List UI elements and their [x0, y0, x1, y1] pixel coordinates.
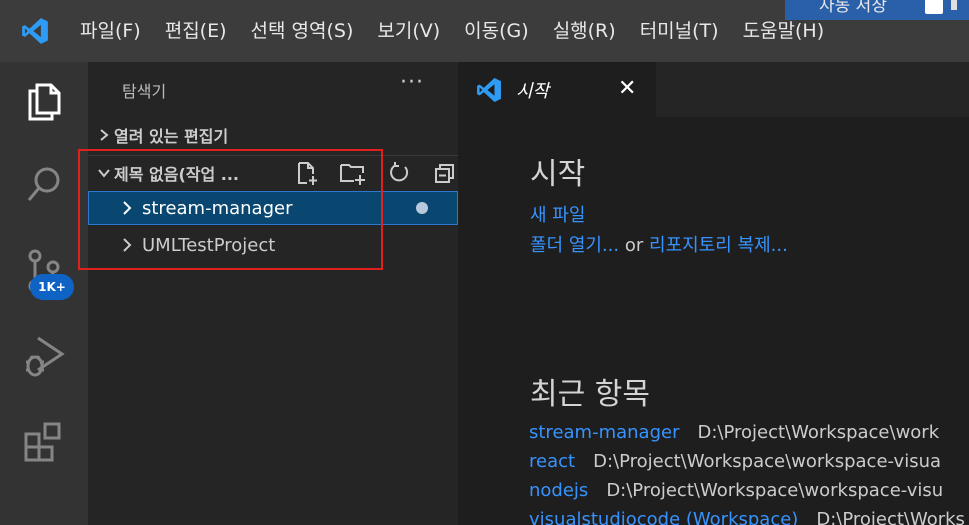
menu-terminal[interactable]: 터미널(T) [628, 0, 731, 62]
recent-item-name[interactable]: react [529, 451, 575, 472]
tree-folder-umltestproject[interactable]: UMLTestProject [88, 228, 458, 262]
new-file-link-text[interactable]: 새 파일 [530, 205, 585, 226]
workspace-actions [284, 159, 468, 187]
start-heading: 시작 [530, 157, 586, 192]
chevron-right-icon [94, 128, 114, 142]
menu-view[interactable]: 보기(V) [365, 0, 452, 62]
folder-label: stream-manager [142, 197, 293, 219]
or-text: or [624, 235, 644, 256]
autosave-label: 자동 저장 [819, 0, 887, 16]
vscode-logo-icon [0, 0, 70, 62]
recent-item-path: D:\Project\Works [816, 509, 965, 525]
sidebar-title: 탐색기 [122, 82, 167, 101]
section-divider [88, 155, 458, 156]
chevron-right-icon [112, 237, 142, 253]
new-file-link[interactable]: 새 파일 [530, 201, 585, 227]
recent-heading: 최근 항목 [530, 377, 650, 412]
menu-go[interactable]: 이동(G) [452, 0, 541, 62]
welcome-page: 시작 새 파일 폴더 열기... or 리포지토리 복제... 최근 항목 st… [458, 117, 969, 525]
recent-item[interactable]: stream-manager D:\Project\Workspace\work [529, 422, 939, 443]
tab-welcome[interactable]: 시작 ✕ [458, 62, 656, 117]
extensions-icon[interactable] [0, 420, 88, 466]
menu-run[interactable]: 실행(R) [541, 0, 628, 62]
activity-bar: 1K+ [0, 62, 88, 525]
chevron-right-icon [112, 200, 142, 216]
refresh-icon[interactable] [376, 161, 422, 185]
autosave-toggle[interactable] [925, 0, 943, 14]
recent-item[interactable]: react D:\Project\Workspace\workspace-visu… [529, 451, 941, 472]
clone-repo-link[interactable]: 리포지토리 복제... [649, 235, 788, 256]
menu-selection[interactable]: 선택 영역(S) [239, 0, 366, 62]
open-folder-line: 폴더 열기... or 리포지토리 복제... [530, 231, 788, 257]
explorer-icon[interactable] [0, 78, 88, 122]
explorer-sidebar: 탐색기 ··· 열려 있는 편집기 제목 없음(작업 ... stream-ma… [88, 62, 458, 525]
tab-label: 시작 [516, 80, 550, 102]
recent-item-path: D:\Project\Workspace\work [697, 422, 940, 443]
more-actions-icon[interactable]: ··· [400, 70, 424, 95]
open-folder-link[interactable]: 폴더 열기... [530, 235, 619, 256]
recent-item-name[interactable]: nodejs [529, 480, 588, 501]
folder-label: UMLTestProject [142, 234, 276, 256]
open-editors-label: 열려 있는 편집기 [114, 127, 229, 146]
close-icon[interactable]: ✕ [618, 76, 636, 101]
recent-item-path: D:\Project\Workspace\workspace-visua [593, 451, 942, 472]
tree-folder-stream-manager[interactable]: stream-manager [88, 191, 458, 225]
menu-edit[interactable]: 편집(E) [153, 0, 239, 62]
open-editors-header[interactable]: 열려 있는 편집기 [94, 121, 228, 149]
source-control-badge: 1K+ [30, 274, 74, 300]
recent-item[interactable]: nodejs D:\Project\Workspace\workspace-vis… [529, 480, 943, 501]
menu-file[interactable]: 파일(F) [70, 0, 153, 62]
workspace-label: 제목 없음(작업 ... [114, 165, 240, 184]
workspace-header[interactable]: 제목 없음(작업 ... [94, 159, 239, 187]
recent-item-name[interactable]: stream-manager [529, 422, 679, 443]
modified-indicator [416, 202, 428, 214]
recent-item-path: D:\Project\Workspace\workspace-visu [606, 480, 944, 501]
vscode-logo-icon [476, 77, 502, 103]
background-window-strip: 자동 저장 [785, 0, 969, 20]
recent-item[interactable]: visualstudiocode (Workspace) D:\Project\W… [529, 509, 965, 525]
window-edge [951, 0, 957, 10]
new-file-icon[interactable] [284, 160, 330, 186]
new-folder-icon[interactable] [330, 160, 376, 186]
editor-tab-bar: 시작 ✕ [458, 62, 969, 117]
run-debug-icon[interactable] [0, 332, 88, 380]
menu-bar: 파일(F) 편집(E) 선택 영역(S) 보기(V) 이동(G) 실행(R) 터… [70, 0, 836, 62]
recent-item-name[interactable]: visualstudiocode (Workspace) [529, 509, 798, 525]
search-icon[interactable] [0, 163, 88, 207]
chevron-down-icon [94, 167, 114, 179]
